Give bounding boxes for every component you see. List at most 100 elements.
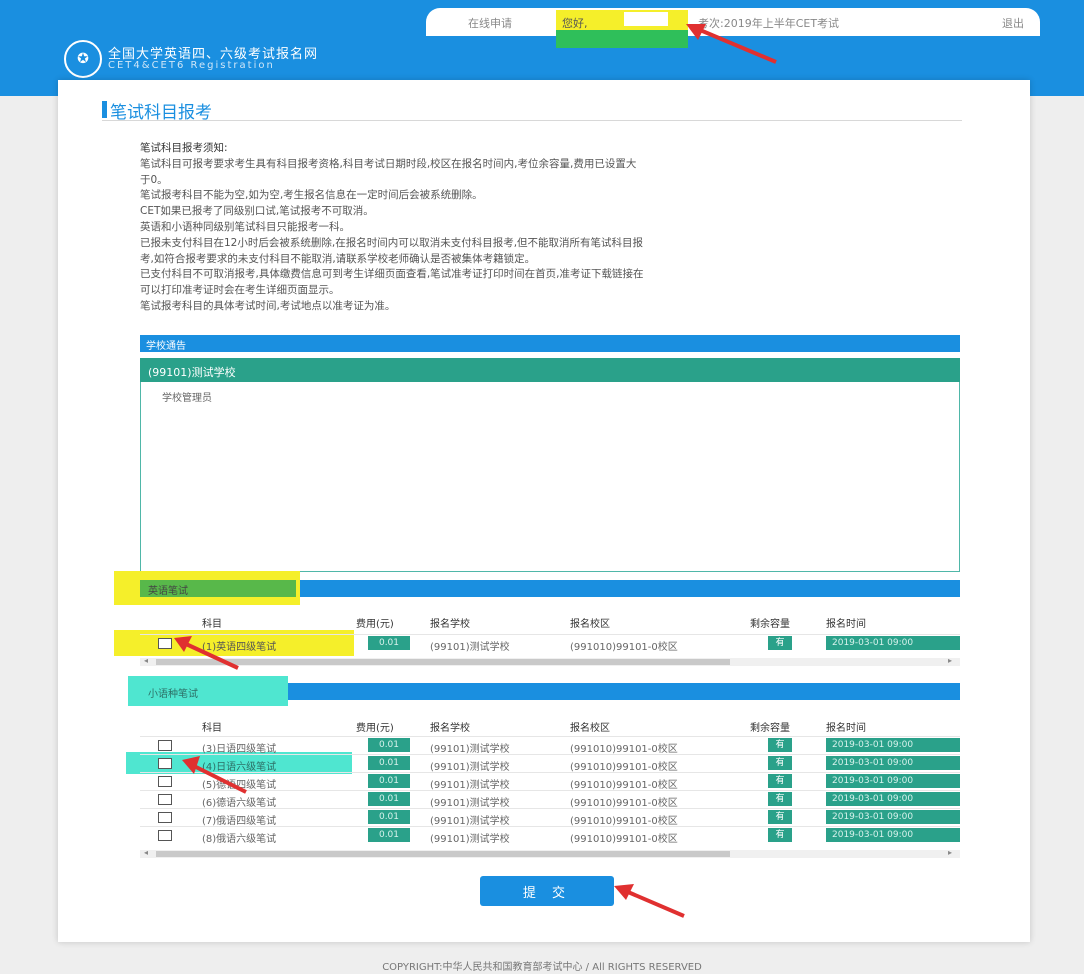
- english-section-label: 英语笔试: [148, 586, 188, 597]
- school-cell: (99101)测试学校: [430, 798, 510, 809]
- horizontal-scrollbar[interactable]: ◂ ▸: [140, 848, 960, 858]
- notes-line: 笔试科目可报考要求考生具有科目报考资格,科目考试日期时段,校区在报名时间内,考位…: [140, 157, 637, 170]
- notes-line: 于0。: [140, 173, 168, 186]
- notes-line: 笔试报考科目不能为空,如为空,考生报名信息在一定时间后会被系统删除。: [140, 189, 483, 202]
- school-cell: (99101)测试学校: [430, 744, 510, 755]
- col-school: 报名学校: [430, 619, 470, 630]
- subject-checkbox[interactable]: [158, 740, 172, 751]
- annotation-arrow-icon: [174, 636, 239, 670]
- col-capacity: 剩余容量: [750, 723, 790, 734]
- table-row[interactable]: (7)俄语四级笔试 0.01 (99101)测试学校 (991010)99101…: [140, 808, 960, 827]
- user-greeting[interactable]: 您好,: [562, 15, 588, 31]
- capacity-badge: 有: [768, 756, 792, 770]
- fee-badge: 0.01: [368, 756, 410, 770]
- fee-badge: 0.01: [368, 792, 410, 806]
- notes-line: 可以打印准考证时会在考生详细页面显示。: [140, 284, 340, 297]
- col-subject: 科目: [202, 619, 222, 630]
- campus-cell: (991010)99101-0校区: [570, 642, 678, 653]
- annotation-arrow-icon: [614, 884, 685, 918]
- table-row[interactable]: (4)日语六级笔试 0.01 (99101)测试学校 (991010)99101…: [140, 754, 960, 773]
- time-badge: 2019-03-01 09:00: [826, 774, 960, 788]
- scroll-left-icon[interactable]: ◂: [144, 656, 148, 665]
- table-row[interactable]: (8)俄语六级笔试 0.01 (99101)测试学校 (991010)99101…: [140, 826, 960, 845]
- scroll-right-icon[interactable]: ▸: [948, 848, 952, 857]
- notes-line: 已支付科目不可取消报考,具体缴费信息可到考生详细页面查看,笔试准考证打印时间在首…: [140, 268, 644, 281]
- school-name: (99101)测试学校: [148, 366, 236, 379]
- school-header: [140, 358, 960, 382]
- school-notice-bar: 学校通告: [140, 335, 960, 352]
- annotation-arrow-icon: [182, 756, 247, 794]
- scroll-thumb[interactable]: [156, 851, 730, 857]
- campus-cell: (991010)99101-0校区: [570, 780, 678, 791]
- fee-badge: 0.01: [368, 738, 410, 752]
- subject-checkbox[interactable]: [158, 794, 172, 805]
- col-time: 报名时间: [826, 723, 866, 734]
- col-fee: 费用(元): [356, 619, 394, 630]
- fee-badge: 0.01: [368, 810, 410, 824]
- school-cell: (99101)测试学校: [430, 780, 510, 791]
- time-badge: 2019-03-01 09:00: [826, 636, 960, 650]
- school-notice-box: [140, 358, 960, 572]
- notes-line: 考,如符合报考要求的未支付科目不能取消,请联系学校老师确认是否被集体考籍锁定。: [140, 252, 536, 265]
- school-cell: (99101)测试学校: [430, 834, 510, 845]
- subject-name: (7)俄语四级笔试: [202, 816, 277, 827]
- school-notice-label: 学校通告: [146, 341, 186, 352]
- campus-cell: (991010)99101-0校区: [570, 744, 678, 755]
- table-row[interactable]: (5)德语四级笔试 0.01 (99101)测试学校 (991010)99101…: [140, 772, 960, 791]
- registration-notes: 笔试科目报考须知: 笔试科目可报考要求考生具有科目报考资格,科目考试日期时段,校…: [140, 141, 960, 315]
- subject-checkbox[interactable]: [158, 830, 172, 841]
- col-fee: 费用(元): [356, 723, 394, 734]
- fee-badge: 0.01: [368, 828, 410, 842]
- capacity-badge: 有: [768, 810, 792, 824]
- school-cell: (99101)测试学校: [430, 816, 510, 827]
- time-badge: 2019-03-01 09:00: [826, 756, 960, 770]
- col-capacity: 剩余容量: [750, 619, 790, 630]
- campus-cell: (991010)99101-0校区: [570, 798, 678, 809]
- col-school: 报名学校: [430, 723, 470, 734]
- capacity-badge: 有: [768, 738, 792, 752]
- subject-checkbox[interactable]: [158, 776, 172, 787]
- capacity-badge: 有: [768, 636, 792, 650]
- school-cell: (99101)测试学校: [430, 762, 510, 773]
- scroll-left-icon[interactable]: ◂: [144, 848, 148, 857]
- horizontal-scrollbar[interactable]: ◂ ▸: [140, 656, 960, 666]
- notes-line: 英语和小语种同级别笔试科目只能报考一科。: [140, 220, 350, 233]
- cet-logo-icon: ✪: [64, 40, 102, 78]
- table-row[interactable]: (1)英语四级笔试 0.01 (99101)测试学校 (991010)99101…: [140, 634, 960, 653]
- time-badge: 2019-03-01 09:00: [826, 828, 960, 842]
- annotation-arrow-icon: [686, 24, 777, 64]
- table-header: 科目 费用(元) 报名学校 报名校区 剩余容量 报名时间: [140, 612, 960, 630]
- col-campus: 报名校区: [570, 723, 610, 734]
- capacity-badge: 有: [768, 774, 792, 788]
- scroll-thumb[interactable]: [156, 659, 730, 665]
- logout-link[interactable]: 退出: [1002, 15, 1024, 31]
- table-row[interactable]: (6)德语六级笔试 0.01 (99101)测试学校 (991010)99101…: [140, 790, 960, 809]
- notes-line: 笔试报考科目的具体考试时间,考试地点以准考证为准。: [140, 299, 396, 312]
- campus-cell: (991010)99101-0校区: [570, 762, 678, 773]
- subject-checkbox[interactable]: [158, 812, 172, 823]
- fee-badge: 0.01: [368, 636, 410, 650]
- submit-button[interactable]: 提 交: [480, 876, 614, 906]
- time-badge: 2019-03-01 09:00: [826, 792, 960, 806]
- table-row[interactable]: (3)日语四级笔试 0.01 (99101)测试学校 (991010)99101…: [140, 736, 960, 755]
- school-cell: (99101)测试学校: [430, 642, 510, 653]
- subject-name: (6)德语六级笔试: [202, 798, 277, 809]
- subject-checkbox[interactable]: [158, 638, 172, 649]
- minor-language-table: 科目 费用(元) 报名学校 报名校区 剩余容量 报名时间 (3)日语四级笔试 0…: [126, 716, 960, 866]
- time-badge: 2019-03-01 09:00: [826, 738, 960, 752]
- capacity-badge: 有: [768, 792, 792, 806]
- online-apply-link[interactable]: 在线申请: [468, 15, 512, 31]
- col-subject: 科目: [202, 723, 222, 734]
- english-table: 科目 费用(元) 报名学校 报名校区 剩余容量 报名时间 (1)英语四级笔试 0…: [114, 612, 960, 668]
- table-header: 科目 费用(元) 报名学校 报名校区 剩余容量 报名时间: [140, 716, 960, 734]
- col-time: 报名时间: [826, 619, 866, 630]
- username-highlight-lower: [556, 30, 688, 48]
- time-badge: 2019-03-01 09:00: [826, 810, 960, 824]
- campus-cell: (991010)99101-0校区: [570, 816, 678, 827]
- notes-line: 已报未支付科目在12小时后会被系统删除,在报名时间内可以取消未支付科目报考,但不…: [140, 236, 644, 249]
- notes-line: CET如果已报考了同级别口试,笔试报考不可取消。: [140, 205, 374, 218]
- title-divider: [102, 120, 962, 121]
- subject-checkbox[interactable]: [158, 758, 172, 769]
- scroll-right-icon[interactable]: ▸: [948, 656, 952, 665]
- redacted-username: [624, 12, 668, 26]
